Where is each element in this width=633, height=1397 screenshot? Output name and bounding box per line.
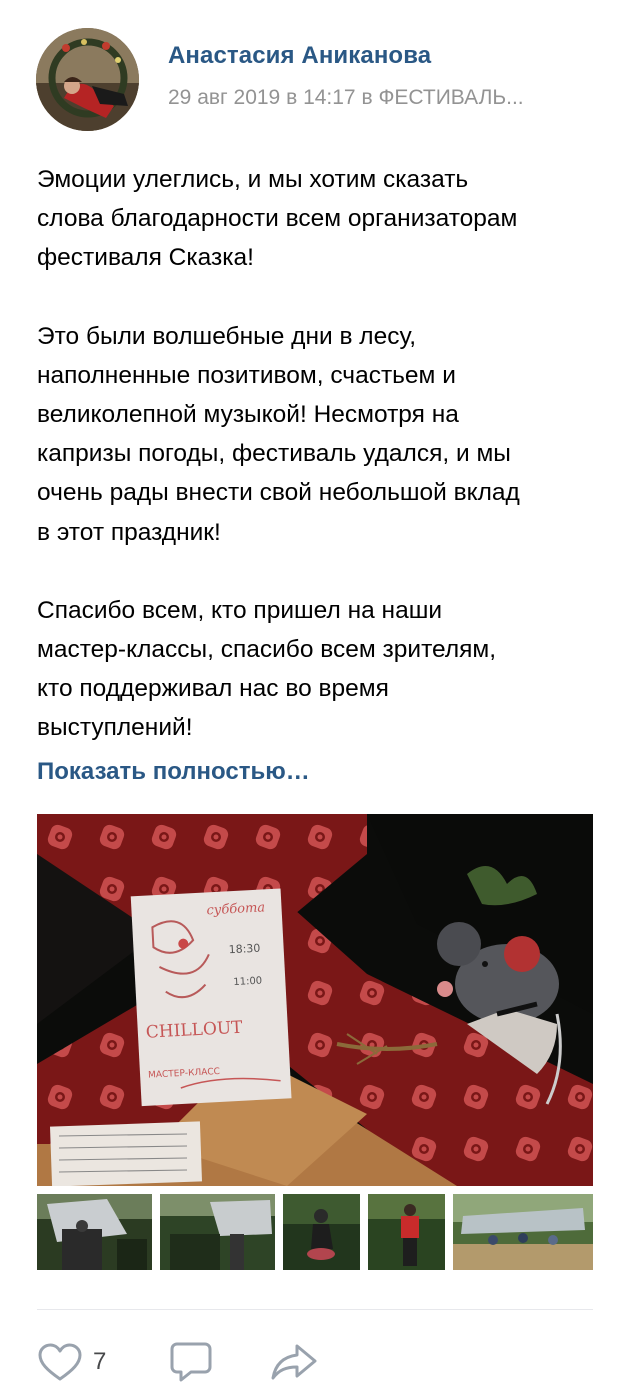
text-line: слова благодарности всем организаторам — [37, 205, 518, 233]
thumbnail-image — [37, 1194, 152, 1270]
photo-sign-text: 18:30 — [228, 942, 260, 957]
text-line: капризы погоды, фестиваль удался, и мы — [37, 440, 511, 468]
heart-icon — [38, 1343, 82, 1381]
thumbnail-photo[interactable] — [160, 1194, 275, 1270]
text-line: великолепной музыкой! Несмотря на — [37, 401, 459, 429]
photo-sign-text: 11:00 — [233, 976, 262, 988]
photo-thumbnails — [37, 1194, 593, 1270]
text-line: выступлений! — [37, 714, 193, 742]
text-line: очень рады внести свой небольшой вклад — [37, 479, 520, 507]
thumbnail-image — [283, 1194, 360, 1270]
show-more-link[interactable]: Показать полностью… — [37, 758, 310, 786]
avatar-photo — [36, 28, 139, 131]
thumbnail-image — [453, 1194, 593, 1270]
wall-post: Анастасия Аниканова 29 авг 2019 в 14:17 … — [0, 0, 633, 1397]
thumbnail-image — [368, 1194, 445, 1270]
comment-icon — [170, 1342, 212, 1382]
post-date-link[interactable]: 29 авг 2019 в 14:17 в ФЕСТИВАЛЬ... — [168, 86, 598, 110]
share-button[interactable] — [270, 1340, 318, 1384]
like-button[interactable]: 7 — [37, 1340, 106, 1384]
text-line: Спасибо всем, кто пришел на наши — [37, 596, 443, 624]
author-avatar[interactable] — [36, 28, 139, 131]
author-name[interactable]: Анастасия Аниканова — [168, 42, 431, 70]
thumbnail-photo[interactable] — [283, 1194, 360, 1270]
photo-sign-text: суббота — [206, 900, 265, 918]
text-line: мастер-классы, спасибо всем зрителям, — [37, 636, 497, 664]
main-photo[interactable]: суббота 18:30 11:00 CHILLOUT МАСТЕР-КЛАС… — [37, 814, 593, 1186]
post-text: Эмоции улеглись, и мы хотим сказать слов… — [37, 160, 607, 748]
thumbnail-photo[interactable] — [368, 1194, 445, 1270]
share-icon — [271, 1344, 317, 1380]
thumbnail-image — [160, 1194, 275, 1270]
divider — [37, 1309, 593, 1310]
thumbnail-photo[interactable] — [453, 1194, 593, 1270]
photo-illustration: суббота 18:30 11:00 CHILLOUT МАСТЕР-КЛАС… — [37, 814, 593, 1186]
thumbnail-photo[interactable] — [37, 1194, 152, 1270]
text-line: Эмоции улеглись, и мы хотим сказать — [37, 166, 469, 193]
text-line: наполненные позитивом, счастьем и — [37, 361, 456, 389]
comment-button[interactable] — [169, 1340, 213, 1384]
text-line: фестиваля Сказка! — [37, 244, 254, 272]
like-count: 7 — [93, 1348, 107, 1375]
text-line: Это были волшебные дни в лесу, — [37, 322, 417, 350]
text-line: в этот праздник! — [37, 518, 221, 546]
text-line: кто поддерживал нас во время — [37, 675, 389, 703]
